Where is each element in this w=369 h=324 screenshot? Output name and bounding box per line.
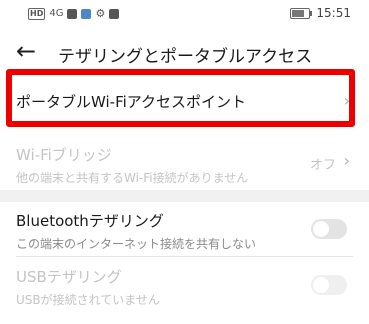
wifi-bridge-value: オフ [309,158,336,173]
bluetooth-tethering-subtitle: この端末のインターネット接続を共有しない [16,237,257,251]
app-icon [109,8,120,19]
usb-tethering-toggle[interactable] [311,275,347,295]
bluetooth-tethering-item[interactable]: Bluetoothテザリング この端末のインターネット接続を共有しない [16,210,356,252]
battery-icon [290,7,313,19]
status-right: 15:51 [290,6,351,20]
separator [16,256,353,257]
section-divider [0,190,369,202]
usb-tethering-label: USBテザリング [16,268,122,286]
usb-tethering-item[interactable]: USBテザリング USBが接続されていません [16,266,356,308]
bluetooth-tethering-toggle[interactable] [311,219,347,239]
status-bar: HD 4G ⚙ 15:51 [0,0,369,28]
bluetooth-tethering-label: Bluetoothテザリング [16,212,164,230]
hd-icon: HD [28,7,46,20]
chevron-right-icon: › [343,151,350,170]
usb-tethering-subtitle: USBが接続されていません [16,293,160,307]
clock: 15:51 [316,6,351,20]
page-title: テザリングとポータブルアクセス [58,47,313,67]
wifi-bridge-subtitle: 他の端末と共有するWi-Fi接続がありません [16,171,249,185]
signal-icon: 4G [49,8,64,19]
app-bar: ← テザリングとポータブルアクセス [0,32,369,72]
settings-icon: ⚙ [95,7,106,20]
app-icon [67,8,78,19]
wifi-bridge-item[interactable]: Wi-Fiブリッジ 他の端末と共有するWi-Fi接続がありません オフ › [16,144,356,186]
wifi-bridge-label: Wi-Fiブリッジ [16,146,112,164]
highlight-box [6,69,355,127]
notification-icon [81,8,92,19]
status-icons: HD 4G ⚙ [28,7,120,20]
back-arrow-icon[interactable]: ← [16,39,40,64]
